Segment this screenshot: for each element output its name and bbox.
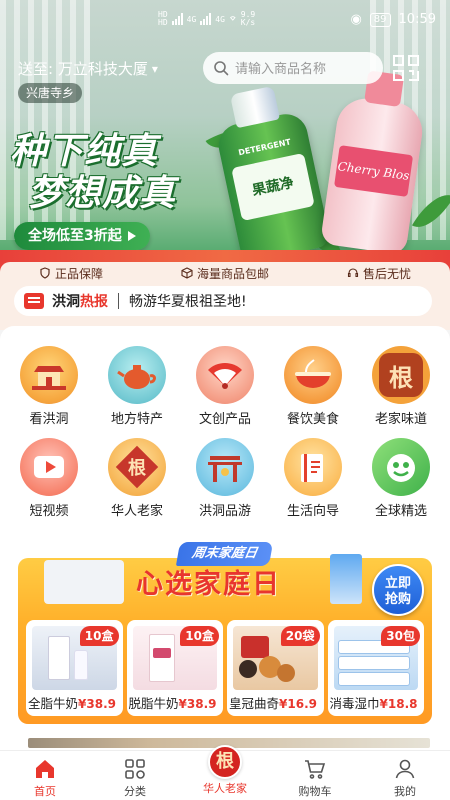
network-speed: 9.9 K/s — [240, 10, 256, 27]
product-price: ¥38.9 — [78, 697, 116, 711]
play-arrow-icon — [127, 231, 136, 241]
wifi-icon: ⌔ — [228, 11, 237, 27]
quantity-badge: 30包 — [381, 626, 420, 646]
category-item[interactable]: 全球精选 — [356, 438, 446, 519]
status-bar: HD HD 4G 4G ⌔ 9.9 K/s ◉ 89 10:59 — [0, 0, 450, 42]
town-badge[interactable]: 兴唐寺乡 — [18, 83, 83, 103]
fan-icon — [196, 346, 254, 404]
quantity-badge: 10盒 — [180, 626, 219, 646]
battery-icon: 89 — [369, 12, 391, 27]
brand-logo-icon: 根 — [208, 745, 242, 779]
category-grid-icon — [125, 759, 145, 779]
signal-icon — [171, 13, 183, 25]
product-card[interactable]: 30包 消毒湿巾¥18.8 — [327, 620, 424, 716]
product-pack-image — [330, 554, 362, 604]
signal-icon — [200, 13, 212, 25]
package-icon — [181, 267, 193, 279]
promo-text: 全场低至3折起 — [28, 228, 122, 244]
banner-slogan: 种下纯真 梦想成真 — [10, 130, 177, 214]
quantity-badge: 20袋 — [280, 626, 320, 646]
category-item[interactable]: 根 华人老家 — [92, 438, 182, 519]
bottom-tab-bar: 首页 分类 根 华人老家 购物车 我的 — [0, 745, 450, 800]
category-item[interactable]: 短视频 — [4, 438, 94, 519]
news-tag-highlight: 热报 — [80, 294, 108, 310]
eye-icon: ◉ — [350, 12, 362, 27]
root-emblem-icon: 根 — [108, 438, 166, 496]
quantity-badge: 10盒 — [79, 626, 119, 646]
tab-home[interactable]: 首页 — [0, 751, 90, 800]
category-item[interactable]: 看洪洞 — [4, 346, 94, 427]
category-item[interactable]: 餐饮美食 — [268, 346, 358, 427]
home-icon — [36, 760, 54, 778]
assurance-shipping: 海量商品包邮 — [181, 265, 269, 282]
product-card[interactable]: 10盒 全脂牛奶¥38.9 — [26, 620, 123, 716]
assurance-aftersale: 售后无忧 — [347, 265, 411, 282]
category-item[interactable]: 洪洞品游 — [180, 438, 270, 519]
product-price: ¥16.9 — [279, 697, 317, 711]
assurance-bar: 正品保障 海量商品包邮 售后无忧 — [0, 262, 450, 284]
root-character-icon: 根 — [372, 346, 430, 404]
promo-pill[interactable]: 全场低至3折起 — [14, 222, 150, 250]
product-name: 全脂牛奶 — [28, 696, 79, 711]
noodle-bowl-icon — [284, 346, 342, 404]
tab-category[interactable]: 分类 — [90, 751, 180, 800]
category-item[interactable]: 根 老家味道 — [356, 346, 446, 427]
product-card[interactable]: 10盒 脱脂牛奶¥38.9 — [126, 620, 223, 716]
profile-icon — [395, 759, 415, 779]
news-ticker[interactable]: 洪洞 热报 畅游华夏根祖圣地! — [14, 286, 432, 316]
product-card[interactable]: 20袋 皇冠曲奇¥16.9 — [227, 620, 324, 716]
scan-icon[interactable] — [392, 54, 420, 82]
global-select-icon — [372, 438, 430, 496]
tab-cart[interactable]: 购物车 — [270, 751, 360, 800]
assurance-genuine: 正品保障 — [39, 265, 103, 282]
news-tag: 洪洞 — [52, 294, 80, 310]
promo-product-list: 10盒 全脂牛奶¥38.9 10盒 脱脂牛奶¥38.9 20袋 皇冠曲奇¥16.… — [26, 620, 424, 716]
product-name: 消毒湿巾 — [329, 696, 380, 711]
search-icon — [214, 61, 229, 76]
megaphone-icon — [24, 293, 44, 309]
weekend-promo-banner[interactable]: 周末家庭日 心选家庭日 立即 抢购 10盒 全脂牛奶¥38.9 10盒 脱脂牛奶… — [18, 542, 432, 724]
gate-icon — [196, 438, 254, 496]
search-input[interactable] — [235, 60, 375, 76]
headset-icon — [347, 268, 359, 278]
weekend-title: 心选家庭日 — [136, 569, 281, 600]
tab-profile[interactable]: 我的 — [360, 751, 450, 800]
chevron-down-icon: ▾ — [151, 61, 158, 76]
network-indicators: HD HD 4G 4G ⌔ 9.9 K/s — [158, 10, 256, 27]
category-item[interactable]: 生活向导 — [268, 438, 358, 519]
detergent-bottle-image: 果蔬净 DETERGENT — [214, 85, 332, 264]
category-item[interactable]: 文创产品 — [180, 346, 270, 427]
product-name: 皇冠曲奇 — [229, 696, 280, 711]
product-price: ¥38.9 — [178, 697, 217, 711]
tab-chinese-hometown[interactable]: 根 华人老家 — [180, 745, 270, 800]
cart-icon — [305, 760, 326, 779]
news-message: 畅游华夏根祖圣地! — [129, 294, 247, 310]
teapot-icon — [108, 346, 166, 404]
product-name: 脱脂牛奶 — [128, 696, 179, 711]
video-play-icon — [20, 438, 78, 496]
delivery-location[interactable]: 送至: 万立科技大厦 ▾ — [18, 58, 158, 79]
product-box-image — [44, 560, 124, 604]
shield-icon — [40, 267, 50, 279]
clock: 10:59 — [398, 12, 436, 27]
product-price: ¥18.8 — [379, 697, 418, 711]
guide-book-icon — [284, 438, 342, 496]
buy-now-button[interactable]: 立即 抢购 — [372, 564, 424, 616]
search-bar[interactable] — [203, 52, 383, 84]
category-item[interactable]: 地方特产 — [92, 346, 182, 427]
temple-icon — [20, 346, 78, 404]
product2-label: Cherry Blos — [333, 145, 414, 197]
product1-label: 果蔬净 — [250, 174, 296, 200]
divider — [118, 293, 119, 309]
